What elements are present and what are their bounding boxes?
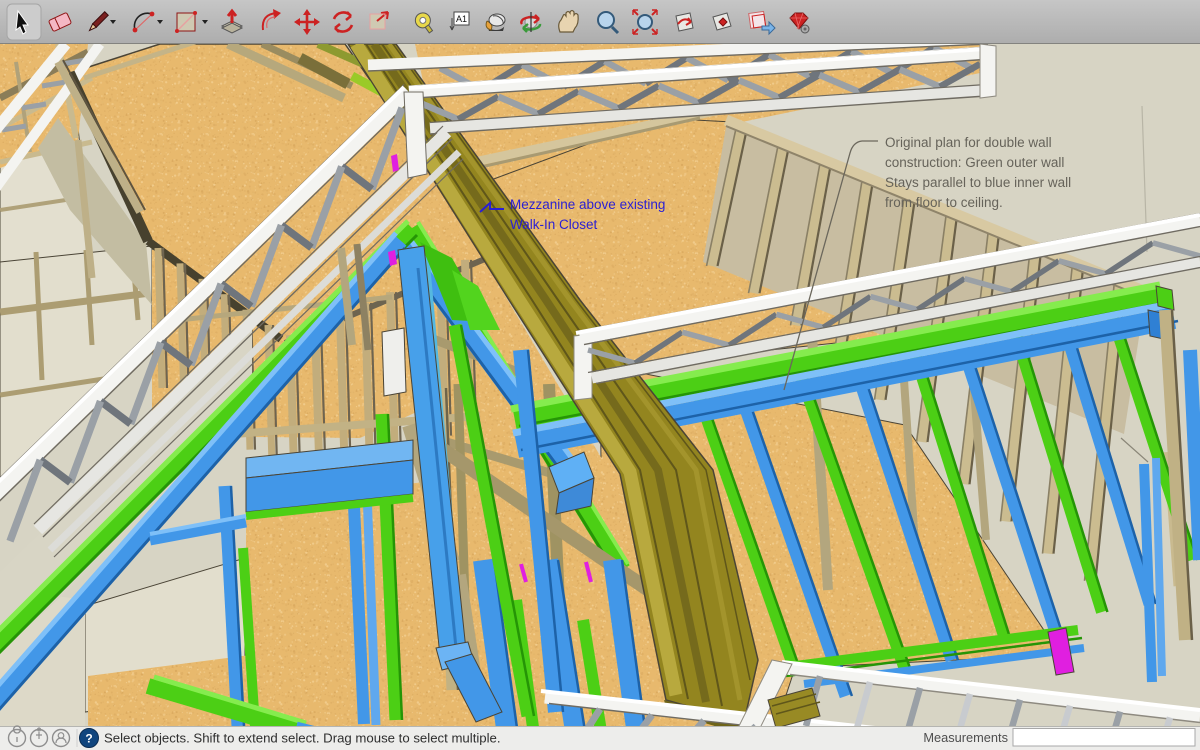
svg-text:A1: A1 [456, 14, 467, 24]
svg-text:Original plan for double wall: Original plan for double wall [885, 135, 1052, 150]
svg-text:construction: Green outer wall: construction: Green outer wall [885, 155, 1064, 170]
svg-text:Measurements: Measurements [923, 730, 1008, 745]
svg-text:Walk-In Closet: Walk-In Closet [510, 217, 598, 232]
svg-text:Stays parallel to blue inner w: Stays parallel to blue inner wall [885, 175, 1071, 190]
svg-text:from floor to ceiling.: from floor to ceiling. [885, 195, 1003, 210]
svg-text:?: ? [85, 732, 92, 746]
svg-text:Mezzanine above existing: Mezzanine above existing [510, 197, 665, 212]
svg-text:Select objects. Shift to exten: Select objects. Shift to extend select. … [104, 731, 501, 746]
